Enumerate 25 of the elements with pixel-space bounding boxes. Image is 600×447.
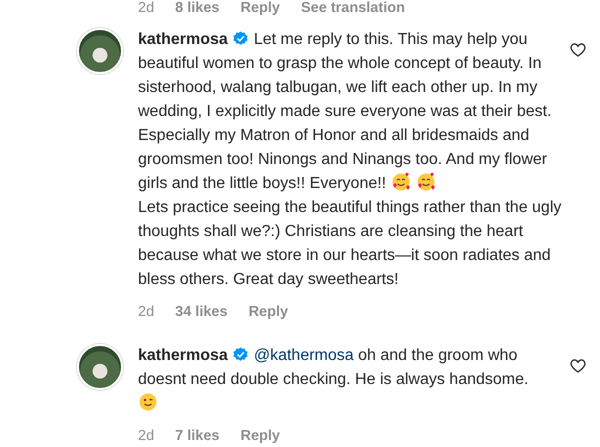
like-heart-button[interactable]	[570, 358, 586, 374]
see-translation-link[interactable]: See translation	[300, 0, 405, 16]
likes-link[interactable]: 34 likes	[175, 304, 228, 320]
avatar[interactable]	[77, 344, 123, 390]
comment-text: Lets practice seeing the beautiful things rather than the ugly thoughts shall we?:) Christians are cleansing the heart because what we store in our hearts—it soon radiates and bless others. Great day sweethearts!	[138, 198, 562, 290]
username-link[interactable]: kathermosa	[138, 347, 228, 364]
comment-text: kathermosa Let me reply to this. This may help you beautiful women to grasp the whole concept of beauty. In sisterhood, walang talbugan, we lift each other up. In my wedding, I explicitly made sure everyone was at their best. Especially my Matron of Honor and all bridesmaids and groomsmen too! Ninongs and Ninangs too. And my flower girls and the little boys!! Everyone!!	[138, 30, 553, 194]
mention-link[interactable]: @kathermosa	[254, 347, 354, 364]
reply-link[interactable]: Reply	[240, 428, 280, 444]
smiling-face-with-hearts-icon	[390, 172, 411, 192]
smiling-face-with-hearts-icon	[416, 172, 436, 192]
avatar[interactable]	[77, 28, 123, 74]
username-link[interactable]: kathermosa	[138, 31, 228, 48]
comment-time: 2d	[138, 304, 154, 320]
verified-badge-icon	[232, 347, 248, 362]
reply-link[interactable]: Reply	[240, 0, 280, 16]
winking-face-icon	[138, 392, 158, 412]
comment-text: kathermosa @kathermosa oh and the groom who doesnt need double checking. He is always handsome.	[138, 346, 530, 390]
reply-link[interactable]: Reply	[248, 304, 288, 320]
likes-link[interactable]: 7 likes	[175, 428, 220, 444]
verified-badge-icon	[232, 31, 248, 46]
comment-time: 2d	[138, 428, 154, 444]
like-heart-button[interactable]	[570, 42, 586, 58]
likes-link[interactable]: 8 likes	[175, 0, 220, 16]
comment-time: 2d	[138, 0, 154, 16]
